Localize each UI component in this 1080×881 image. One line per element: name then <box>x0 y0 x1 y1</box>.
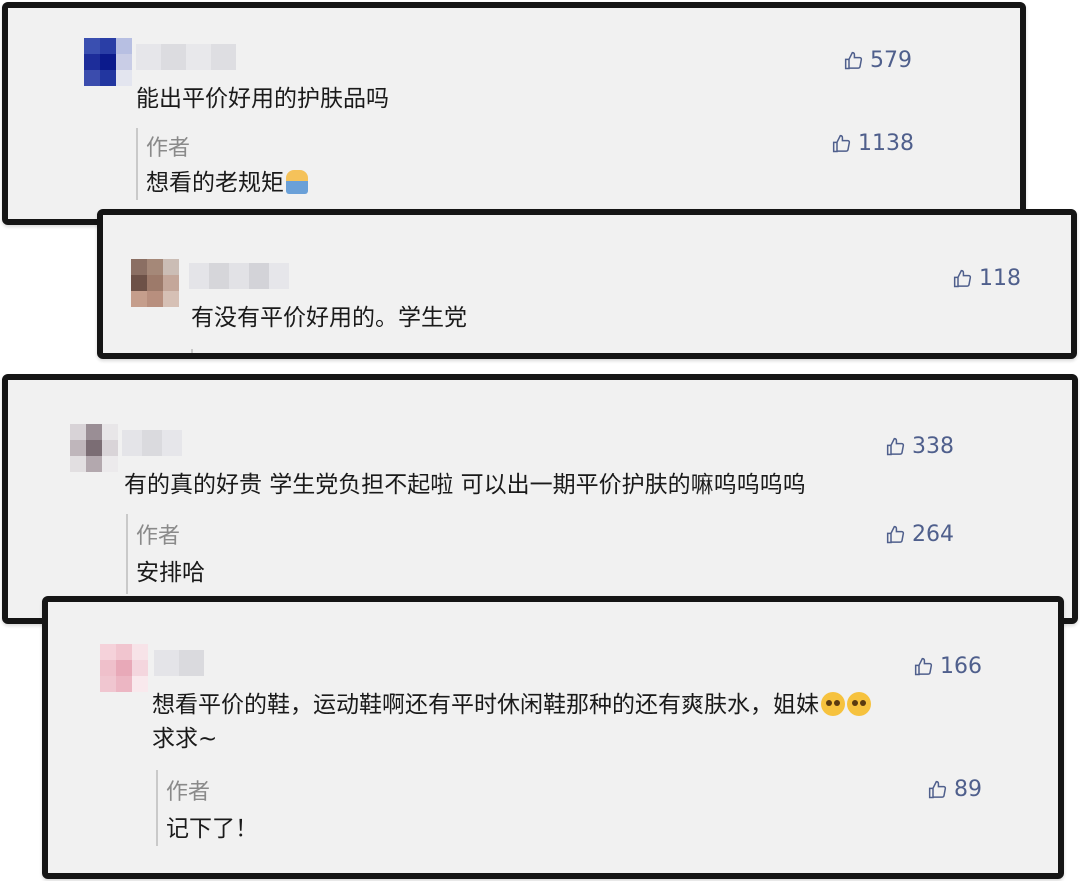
pleading-face-icon <box>847 692 871 716</box>
pleading-face-icon <box>821 692 845 716</box>
like-count: 1138 <box>858 131 914 156</box>
like-count: 579 <box>870 48 912 73</box>
comment-card-1: 579 能出平价好用的护肤品吗 作者 1138 想看的老规矩 <box>2 2 1026 225</box>
like-button[interactable]: 118 <box>953 266 1021 291</box>
username-blurred[interactable] <box>189 263 289 289</box>
author-label: 作者 <box>136 524 181 549</box>
reply-divider <box>191 349 193 353</box>
like-button[interactable]: 579 <box>844 48 912 73</box>
comment-text: 有没有平价好用的。学生党 <box>191 305 467 331</box>
thumbs-up-icon <box>886 437 905 455</box>
avatar[interactable] <box>131 259 179 307</box>
comment-text-line-2: 求求~ <box>152 726 218 752</box>
reply-divider <box>136 128 138 200</box>
like-count: 118 <box>979 266 1021 291</box>
thumbs-up-icon <box>953 269 972 287</box>
reply-divider <box>126 514 128 594</box>
person-raising-hand-icon <box>286 170 308 194</box>
username-blurred[interactable] <box>136 44 236 70</box>
comment-card-2: 118 有没有平价好用的。学生党 <box>97 209 1077 359</box>
reply-divider <box>156 770 158 846</box>
like-button[interactable]: 166 <box>914 654 982 679</box>
avatar[interactable] <box>84 38 132 86</box>
reply-text-content: 想看的老规矩 <box>146 170 284 196</box>
author-label: 作者 <box>146 136 191 161</box>
reply-text: 想看的老规矩 <box>146 166 308 200</box>
comment-text: 有的真的好贵 学生党负担不起啦 可以出一期平价护肤的嘛呜呜呜呜 <box>124 472 806 498</box>
author-label: 作者 <box>166 780 211 805</box>
thumbs-up-icon <box>928 780 947 798</box>
reply-like-button[interactable]: 1138 <box>832 131 914 156</box>
reply-like-button[interactable]: 89 <box>928 777 982 802</box>
username-blurred[interactable] <box>154 650 204 676</box>
reply-like-button[interactable]: 264 <box>886 522 954 547</box>
like-count: 89 <box>954 777 982 802</box>
like-count: 264 <box>912 522 954 547</box>
like-button[interactable]: 338 <box>886 434 954 459</box>
like-count: 166 <box>940 654 982 679</box>
thumbs-up-icon <box>886 525 905 543</box>
comment-card-4: 166 想看平价的鞋，运动鞋啊还有平时休闲鞋那种的还有爽肤水，姐妹 求求~ 作者… <box>42 596 1064 879</box>
comment-card-3: 338 有的真的好贵 学生党负担不起啦 可以出一期平价护肤的嘛呜呜呜呜 作者 2… <box>2 374 1078 624</box>
thumbs-up-icon <box>914 657 933 675</box>
like-count: 338 <box>912 434 954 459</box>
comment-text-line-1: 想看平价的鞋，运动鞋啊还有平时休闲鞋那种的还有爽肤水，姐妹 <box>152 688 871 722</box>
username-blurred[interactable] <box>122 430 182 456</box>
avatar[interactable] <box>100 644 148 692</box>
comment-text: 能出平价好用的护肤品吗 <box>136 86 389 112</box>
thumbs-up-icon <box>832 134 851 152</box>
reply-text: 记下了！ <box>166 816 258 842</box>
avatar[interactable] <box>70 424 118 472</box>
reply-text: 安排哈 <box>136 560 205 586</box>
thumbs-up-icon <box>844 51 863 69</box>
comment-text-content: 想看平价的鞋，运动鞋啊还有平时休闲鞋那种的还有爽肤水，姐妹 <box>152 692 819 718</box>
